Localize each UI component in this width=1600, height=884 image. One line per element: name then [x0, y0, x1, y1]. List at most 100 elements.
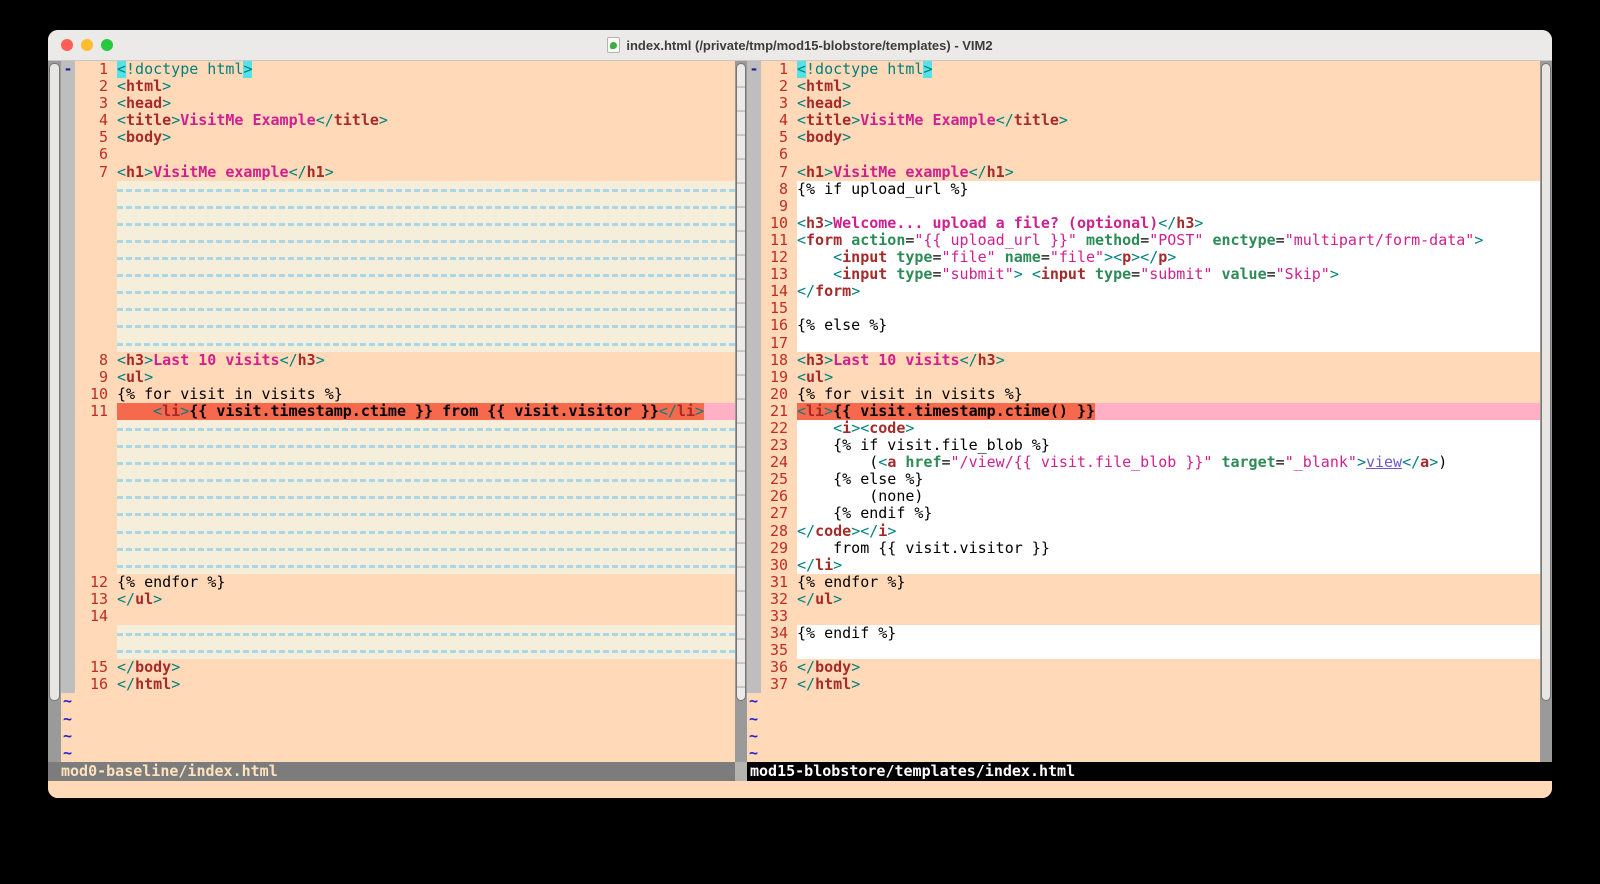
fold-column — [747, 146, 761, 163]
status-row: mod0-baseline/index.html mod15-blobstore… — [48, 762, 1552, 781]
scrollbar-left-thumb[interactable] — [49, 63, 60, 701]
scrollbar-right[interactable] — [1540, 61, 1552, 762]
diff-filler-dashes — [117, 496, 735, 499]
diff-filler-dashes — [117, 223, 735, 226]
close-button[interactable] — [61, 39, 73, 51]
filler-line — [61, 488, 735, 505]
line-text — [117, 266, 735, 283]
line-text: <!doctype html> — [117, 61, 735, 78]
scrollbar-middle[interactable] — [735, 61, 747, 762]
code-token: a — [1420, 454, 1429, 471]
line-number: 23 — [761, 437, 797, 454]
nontext-line: ~ — [61, 693, 735, 710]
code-token — [996, 249, 1005, 266]
line-number — [75, 215, 117, 232]
code-token: action — [851, 232, 905, 249]
line-number: 28 — [761, 523, 797, 540]
fold-column — [61, 488, 75, 505]
code-token: href — [905, 454, 941, 471]
title-wrap: index.html (/private/tmp/mod15-blobstore… — [607, 37, 992, 53]
tilde-marker: ~ — [63, 693, 72, 710]
minimize-button[interactable] — [81, 39, 93, 51]
command-line[interactable] — [48, 781, 1552, 798]
line-number — [75, 198, 117, 215]
code-token: </ — [1402, 454, 1420, 471]
code-token: ></ — [1131, 249, 1158, 266]
fold-column — [747, 317, 761, 334]
line-text: <ul> — [117, 369, 735, 386]
line-number: 13 — [761, 266, 797, 283]
diff-filler-dashes — [117, 445, 735, 448]
code-token: form — [806, 232, 842, 249]
code-token: > — [1005, 164, 1014, 181]
code-token: </ — [960, 352, 978, 369]
code-token: "Skip" — [1276, 266, 1330, 283]
code-token: VisitMe example — [833, 164, 968, 181]
scrollbar-middle-thumb[interactable] — [736, 63, 746, 701]
fold-column — [747, 78, 761, 95]
diff-filler-dashes — [117, 240, 735, 243]
line-number: 27 — [761, 505, 797, 522]
fold-column — [747, 591, 761, 608]
line-text: {% if visit.file_blob %} — [797, 437, 1540, 454]
code-token: < — [878, 454, 887, 471]
fold-column — [747, 471, 761, 488]
line-number: 31 — [761, 574, 797, 591]
line-text: <head> — [117, 95, 735, 112]
code-token: > — [851, 676, 860, 693]
fold-column — [747, 283, 761, 300]
code-token: > — [162, 129, 171, 146]
line-text — [117, 249, 735, 266]
line-number: 12 — [75, 574, 117, 591]
scrollbar-bottom-cap — [735, 762, 747, 781]
line-number: 24 — [761, 454, 797, 471]
code-token — [842, 232, 851, 249]
diff-filler-dashes — [117, 274, 735, 277]
titlebar[interactable]: index.html (/private/tmp/mod15-blobstore… — [48, 30, 1552, 61]
code-line: 6 — [747, 146, 1540, 163]
line-text: </code></i> — [797, 523, 1540, 540]
code-line: 14 — [61, 608, 735, 625]
line-number: 11 — [761, 232, 797, 249]
document-icon — [607, 37, 620, 53]
code-token: html — [126, 78, 162, 95]
line-text — [117, 335, 735, 352]
code-token: > — [824, 369, 833, 386]
line-number: 19 — [761, 369, 797, 386]
window-controls — [61, 30, 113, 60]
code-token: > — [171, 676, 180, 693]
code-token: head — [126, 95, 162, 112]
code-token: "submit" — [942, 266, 1014, 283]
line-number — [75, 523, 117, 540]
line-text: <li>{{ visit.timestamp.ctime }} from {{ … — [117, 403, 735, 420]
scrollbar-left[interactable] — [48, 61, 61, 762]
filler-line — [61, 198, 735, 215]
filler-line — [61, 540, 735, 557]
left-pane[interactable]: -1<!doctype html>2<html>3<head>4<title>V… — [61, 61, 735, 762]
line-text: </body> — [117, 659, 735, 676]
fold-column — [747, 540, 761, 557]
code-token: > — [842, 95, 851, 112]
diff-filler-dashes — [117, 206, 735, 209]
tilde-marker: ~ — [63, 745, 72, 762]
editor-area: -1<!doctype html>2<html>3<head>4<title>V… — [48, 61, 1552, 762]
status-right: mod15-blobstore/templates/index.html — [747, 762, 1552, 781]
fold-column — [747, 95, 761, 112]
code-line: 32</ul> — [747, 591, 1540, 608]
line-text — [117, 642, 735, 659]
code-token: > — [1167, 249, 1176, 266]
scrollbar-right-thumb[interactable] — [1541, 63, 1551, 701]
code-line: 9<ul> — [61, 369, 735, 386]
fold-column — [61, 198, 75, 215]
code-line: 2<html> — [747, 78, 1540, 95]
line-text — [117, 523, 735, 540]
code-token: > — [144, 164, 153, 181]
zoom-button[interactable] — [101, 39, 113, 51]
right-pane[interactable]: -1<!doctype html>2<html>3<head>4<title>V… — [747, 61, 1540, 762]
code-token: h1 — [307, 164, 325, 181]
line-text: <li>{{ visit.timestamp.ctime() }} — [797, 403, 1540, 420]
line-text: <h3>Welcome... upload a file? (optional)… — [797, 215, 1540, 232]
code-token: Last 10 visits — [153, 352, 279, 369]
code-line: 4<title>VisitMe Example</title> — [61, 112, 735, 129]
code-line: 34{% endif %} — [747, 625, 1540, 642]
